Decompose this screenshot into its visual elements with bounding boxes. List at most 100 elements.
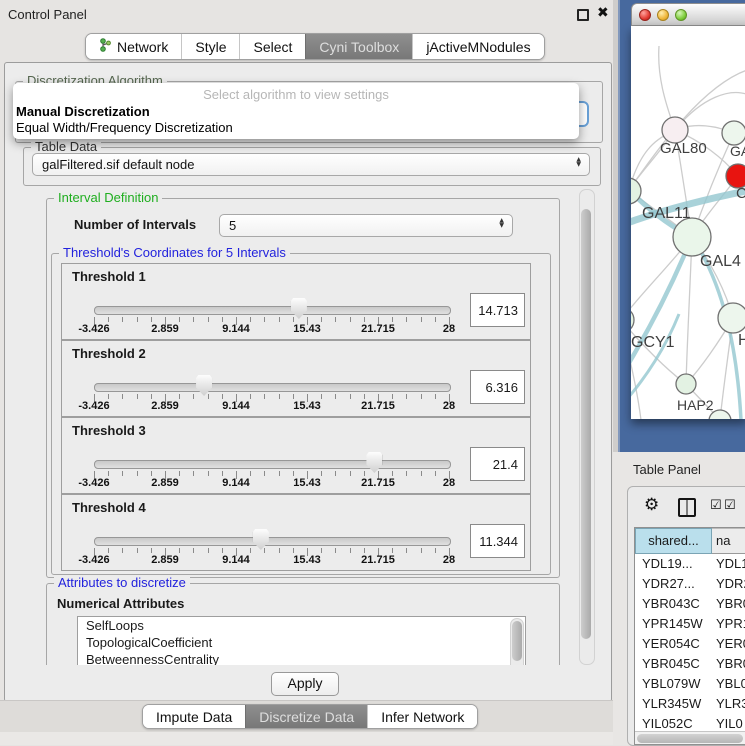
slider-tick	[392, 394, 393, 399]
table-row[interactable]: YDL19...YDL1	[635, 554, 745, 574]
cell-name[interactable]: YBL0	[712, 674, 745, 694]
attribute-item-topologicalcoefficient[interactable]: TopologicalCoefficient	[78, 634, 525, 651]
slider-thumb[interactable]	[253, 529, 269, 550]
cell-shared-name[interactable]: YDL19...	[635, 554, 712, 574]
tab-jactivemnodules[interactable]: jActiveMNodules	[412, 34, 543, 59]
slider-track[interactable]	[94, 383, 451, 392]
slider-tick	[350, 471, 351, 476]
scrollbar-thumb[interactable]	[512, 621, 522, 661]
cell-shared-name[interactable]: YBR045C	[635, 654, 712, 674]
column-header-name[interactable]: na	[712, 528, 745, 554]
slider-tick	[421, 394, 422, 399]
algorithm-option-manual-discretization[interactable]: Manual Discretization	[16, 104, 576, 119]
node-label-hap2: HAP2	[677, 397, 714, 413]
slider-track[interactable]	[94, 306, 451, 315]
threshold-value-field[interactable]: 14.713	[470, 293, 525, 327]
slider-tick	[335, 317, 336, 322]
network-node[interactable]	[718, 303, 745, 333]
network-canvas[interactable]: GAL80GACGAL11GAL4GCY1HHAP2	[631, 26, 745, 419]
number-of-intervals-spinner[interactable]: 5 ▲▼	[219, 214, 513, 237]
close-icon[interactable]: ✖	[597, 5, 609, 21]
network-node[interactable]	[676, 374, 696, 394]
slider-track[interactable]	[94, 537, 451, 546]
slider-tick	[264, 394, 265, 399]
cell-name[interactable]: YBR0	[712, 654, 745, 674]
tick-label: 15.43	[272, 477, 342, 489]
tab-style[interactable]: Style	[181, 34, 239, 59]
table-data-group: Table Data galFiltered.sif default node …	[23, 147, 601, 186]
cell-shared-name[interactable]: YLR345W	[635, 694, 712, 714]
slider-tick	[435, 548, 436, 553]
slider-thumb[interactable]	[366, 452, 382, 473]
cell-name[interactable]: YPR1	[712, 614, 745, 634]
cell-name[interactable]: YLR3	[712, 694, 745, 714]
panel-scrollbar[interactable]	[579, 189, 595, 665]
network-node[interactable]	[631, 307, 634, 333]
horizontal-scrollbar[interactable]	[635, 731, 745, 745]
slider-thumb[interactable]	[196, 375, 212, 396]
network-window: GAL80GACGAL11GAL4GCY1HHAP2	[618, 0, 745, 452]
cell-name[interactable]: YDL1	[712, 554, 745, 574]
table-row[interactable]: YER054CYER0	[635, 634, 745, 654]
network-node[interactable]	[722, 121, 745, 145]
slider-tick	[137, 471, 138, 476]
checkbox-icon[interactable]: ☑	[710, 498, 722, 513]
cell-name[interactable]: YDR2	[712, 574, 745, 594]
cell-shared-name[interactable]: YER054C	[635, 634, 712, 654]
checkbox-icon[interactable]: ☑	[724, 498, 736, 513]
table-row[interactable]: YBR043CYBR0	[635, 594, 745, 614]
tab-network[interactable]: Network	[86, 34, 181, 59]
float-window-icon[interactable]	[577, 9, 589, 21]
network-edge-highlight[interactable]	[631, 314, 679, 408]
table-data-select[interactable]: galFiltered.sif default node ▲▼	[32, 153, 590, 176]
attribute-item-selfloops[interactable]: SelfLoops	[78, 617, 525, 634]
network-edge-highlight[interactable]	[631, 237, 692, 376]
close-traffic-light[interactable]	[639, 9, 651, 21]
slider-tick	[179, 394, 180, 399]
tab-cyni-toolbox[interactable]: Cyni Toolbox	[305, 34, 412, 59]
apply-button[interactable]: Apply	[271, 672, 339, 696]
node-label-c: C	[736, 185, 745, 202]
threshold-value-field[interactable]: 11.344	[470, 524, 525, 558]
list-scrollbar[interactable]	[510, 618, 524, 665]
slider-track[interactable]	[94, 460, 451, 469]
table-row[interactable]: YBR045CYBR0	[635, 654, 745, 674]
network-edge[interactable]	[631, 320, 686, 384]
attribute-item-betweennesscentrality[interactable]: BetweennessCentrality	[78, 651, 525, 665]
table-row[interactable]: YPR145WYPR1	[635, 614, 745, 634]
tab-select[interactable]: Select	[239, 34, 305, 59]
threshold-value-field[interactable]: 6.316	[470, 370, 525, 404]
scrollbar-thumb[interactable]	[581, 209, 591, 639]
tab-discretize-data[interactable]: Discretize Data	[245, 705, 367, 728]
minimize-traffic-light[interactable]	[657, 9, 669, 21]
cell-shared-name[interactable]: YDR27...	[635, 574, 712, 594]
split-columns-icon[interactable]	[678, 498, 696, 517]
cell-shared-name[interactable]: YBR043C	[635, 594, 712, 614]
slider-tick	[151, 471, 152, 476]
network-window-titlebar[interactable]	[631, 3, 745, 26]
column-header-shared-name[interactable]: shared...	[635, 528, 712, 554]
tab-label: Select	[253, 39, 292, 55]
table-row[interactable]: YDR27...YDR2	[635, 574, 745, 594]
algorithm-option-equal-width-frequency-discretization[interactable]: Equal Width/Frequency Discretization	[16, 120, 576, 135]
cell-shared-name[interactable]: YBL079W	[635, 674, 712, 694]
network-edge[interactable]	[686, 237, 692, 384]
network-node[interactable]	[673, 218, 711, 256]
tab-impute-data[interactable]: Impute Data	[143, 705, 245, 728]
slider-thumb[interactable]	[291, 298, 307, 319]
table-row[interactable]: YLR345WYLR3	[635, 694, 745, 714]
threshold-value-field[interactable]: 21.4	[470, 447, 525, 481]
zoom-traffic-light[interactable]	[675, 9, 687, 21]
threshold-panel-4: Threshold 4-3.4262.8599.14415.4321.71528…	[61, 494, 531, 571]
gear-icon[interactable]: ⚙	[644, 495, 659, 515]
tab-infer-network[interactable]: Infer Network	[367, 705, 477, 728]
cell-name[interactable]: YBR0	[712, 594, 745, 614]
cell-shared-name[interactable]: YPR145W	[635, 614, 712, 634]
attribute-list[interactable]: SelfLoopsTopologicalCoefficientBetweenne…	[77, 616, 526, 665]
table-panel-title: Table Panel	[633, 462, 701, 477]
slider-tick	[208, 471, 209, 476]
cell-name[interactable]: YER0	[712, 634, 745, 654]
scrollbar-thumb[interactable]	[637, 734, 743, 743]
tick-label: -3.426	[59, 400, 129, 412]
table-row[interactable]: YBL079WYBL0	[635, 674, 745, 694]
